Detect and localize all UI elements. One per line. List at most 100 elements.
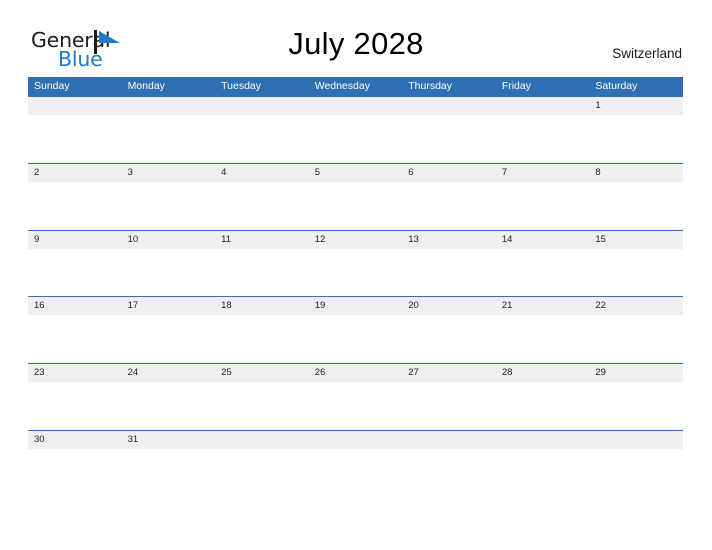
day-number[interactable]: 10 bbox=[122, 231, 216, 249]
day-note-cell[interactable] bbox=[28, 448, 122, 497]
day-number[interactable] bbox=[402, 431, 496, 449]
day-number[interactable]: 5 bbox=[309, 164, 403, 182]
day-number[interactable]: 29 bbox=[589, 364, 683, 382]
day-note-cell[interactable] bbox=[495, 181, 590, 230]
day-number[interactable] bbox=[496, 97, 590, 115]
day-number[interactable]: 24 bbox=[122, 364, 216, 382]
day-note-cell[interactable] bbox=[308, 315, 403, 364]
day-number[interactable] bbox=[589, 431, 683, 449]
day-number[interactable]: 9 bbox=[28, 231, 122, 249]
day-number[interactable]: 26 bbox=[309, 364, 403, 382]
day-note-cell[interactable] bbox=[495, 382, 590, 430]
day-number[interactable]: 21 bbox=[496, 297, 590, 315]
day-number[interactable]: 23 bbox=[28, 364, 122, 382]
weekday-header-wednesday: Wednesday bbox=[314, 80, 370, 92]
week-date-band: 16 17 18 19 20 21 22 bbox=[28, 297, 683, 316]
day-number[interactable]: 30 bbox=[28, 431, 122, 449]
day-note-cell[interactable] bbox=[215, 448, 309, 497]
week-note-area bbox=[28, 315, 683, 364]
day-note-cell[interactable] bbox=[28, 181, 122, 230]
day-note-cell[interactable] bbox=[121, 181, 216, 230]
day-note-cell[interactable] bbox=[121, 448, 216, 497]
day-note-cell[interactable] bbox=[589, 248, 683, 297]
day-note-cell[interactable] bbox=[28, 115, 122, 163]
day-note-cell[interactable] bbox=[402, 382, 496, 430]
day-number[interactable]: 4 bbox=[215, 164, 309, 182]
day-number[interactable]: 13 bbox=[402, 231, 496, 249]
day-note-cell[interactable] bbox=[121, 315, 216, 364]
day-note-cell[interactable] bbox=[28, 382, 122, 430]
day-number[interactable] bbox=[309, 97, 403, 115]
day-note-cell[interactable] bbox=[495, 115, 590, 163]
day-number[interactable]: 11 bbox=[215, 231, 309, 249]
day-number[interactable]: 8 bbox=[589, 164, 683, 182]
day-note-cell[interactable] bbox=[495, 448, 590, 497]
day-note-cell[interactable] bbox=[215, 181, 309, 230]
week-date-band: 30 31 bbox=[28, 430, 683, 449]
weekday-header-saturday: Saturday bbox=[595, 80, 638, 92]
weekday-header-thursday: Thursday bbox=[408, 80, 453, 92]
day-number[interactable]: 31 bbox=[122, 431, 216, 449]
day-number[interactable]: 28 bbox=[496, 364, 590, 382]
day-number[interactable]: 17 bbox=[122, 297, 216, 315]
day-note-cell[interactable] bbox=[121, 248, 216, 297]
day-note-cell[interactable] bbox=[402, 448, 496, 497]
day-note-cell[interactable] bbox=[308, 382, 403, 430]
day-note-cell[interactable] bbox=[402, 315, 496, 364]
day-note-cell[interactable] bbox=[589, 315, 683, 364]
day-number[interactable]: 20 bbox=[402, 297, 496, 315]
day-number[interactable]: 16 bbox=[28, 297, 122, 315]
day-note-cell[interactable] bbox=[308, 115, 403, 163]
day-note-cell[interactable] bbox=[28, 315, 122, 364]
day-number[interactable]: 2 bbox=[28, 164, 122, 182]
day-number[interactable] bbox=[122, 97, 216, 115]
day-note-cell[interactable] bbox=[215, 382, 309, 430]
day-note-cell[interactable] bbox=[402, 115, 496, 163]
day-note-cell[interactable] bbox=[402, 181, 496, 230]
day-note-cell[interactable] bbox=[495, 315, 590, 364]
day-note-cell[interactable] bbox=[215, 315, 309, 364]
day-number[interactable]: 6 bbox=[402, 164, 496, 182]
week-date-band: 9 10 11 12 13 14 15 bbox=[28, 230, 683, 249]
day-number[interactable]: 25 bbox=[215, 364, 309, 382]
day-number[interactable]: 27 bbox=[402, 364, 496, 382]
week-date-band: 1 bbox=[28, 97, 683, 115]
day-note-cell[interactable] bbox=[215, 115, 309, 163]
day-number[interactable]: 1 bbox=[589, 97, 683, 115]
day-note-cell[interactable] bbox=[589, 115, 683, 163]
page-title: July 2028 bbox=[288, 26, 424, 61]
day-note-cell[interactable] bbox=[121, 115, 216, 163]
day-number[interactable] bbox=[215, 97, 309, 115]
day-note-cell[interactable] bbox=[589, 448, 683, 497]
country-label: Switzerland bbox=[612, 46, 682, 61]
day-number[interactable]: 15 bbox=[589, 231, 683, 249]
day-number[interactable]: 12 bbox=[309, 231, 403, 249]
week-date-band: 2 3 4 5 6 7 8 bbox=[28, 163, 683, 182]
day-note-cell[interactable] bbox=[308, 448, 403, 497]
day-note-cell[interactable] bbox=[402, 248, 496, 297]
day-note-cell[interactable] bbox=[215, 248, 309, 297]
day-number[interactable] bbox=[309, 431, 403, 449]
day-note-cell[interactable] bbox=[308, 181, 403, 230]
day-number[interactable]: 3 bbox=[122, 164, 216, 182]
page-header: General Blue July 2028 Switzerland bbox=[0, 0, 712, 76]
day-number[interactable]: 22 bbox=[589, 297, 683, 315]
day-note-cell[interactable] bbox=[121, 382, 216, 430]
weekday-header-sunday: Sunday bbox=[34, 80, 70, 92]
day-number[interactable] bbox=[28, 97, 122, 115]
day-number[interactable]: 14 bbox=[496, 231, 590, 249]
day-number[interactable] bbox=[496, 431, 590, 449]
day-note-cell[interactable] bbox=[589, 181, 683, 230]
day-number[interactable]: 19 bbox=[309, 297, 403, 315]
day-number[interactable]: 18 bbox=[215, 297, 309, 315]
week-note-area bbox=[28, 181, 683, 230]
day-number[interactable] bbox=[402, 97, 496, 115]
day-note-cell[interactable] bbox=[589, 382, 683, 430]
day-note-cell[interactable] bbox=[308, 248, 403, 297]
day-note-cell[interactable] bbox=[28, 248, 122, 297]
day-number[interactable] bbox=[215, 431, 309, 449]
day-note-cell[interactable] bbox=[495, 248, 590, 297]
day-number[interactable]: 7 bbox=[496, 164, 590, 182]
calendar-week-row: 1 bbox=[28, 96, 683, 163]
weekday-header-monday: Monday bbox=[127, 80, 165, 92]
